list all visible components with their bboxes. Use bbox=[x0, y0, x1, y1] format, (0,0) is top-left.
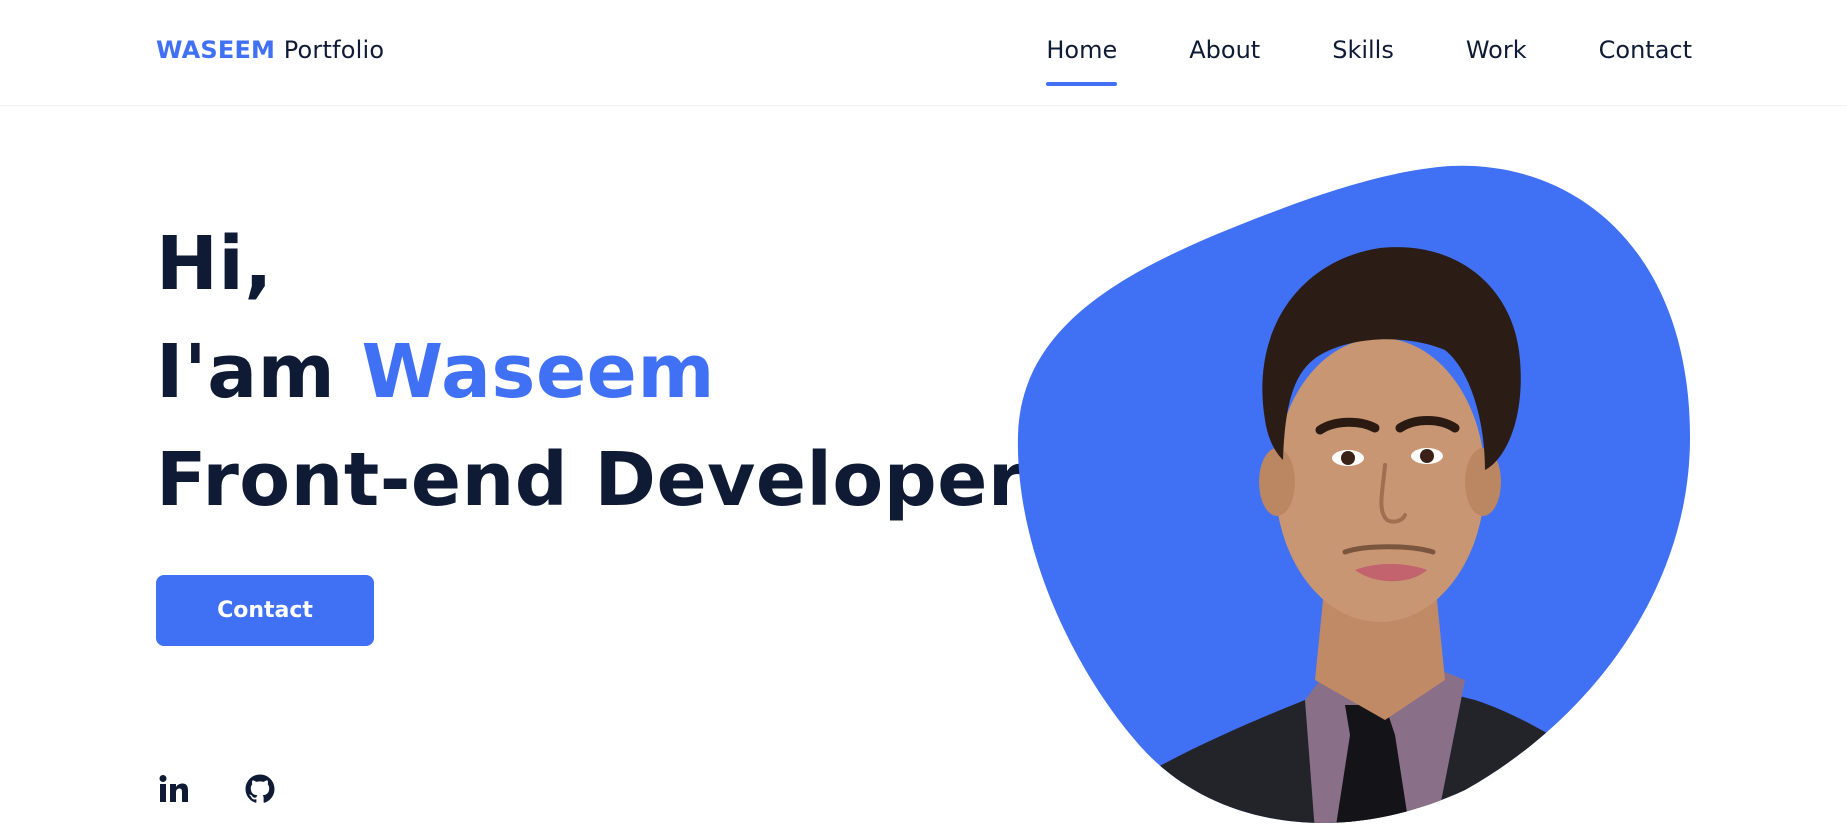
profile-image bbox=[1015, 160, 1695, 832]
linkedin-icon[interactable] bbox=[158, 773, 190, 805]
logo[interactable]: WASEEM Portfolio bbox=[156, 36, 384, 64]
logo-accent: WASEEM bbox=[156, 36, 276, 64]
hero-intro-prefix: I'am bbox=[156, 329, 362, 415]
social-links bbox=[158, 773, 276, 805]
nav-contact[interactable]: Contact bbox=[1599, 36, 1692, 64]
main-nav: Home About Skills Work Contact bbox=[974, 36, 1692, 86]
hero-role: Front-end Developer bbox=[156, 437, 1025, 523]
github-icon[interactable] bbox=[244, 773, 276, 805]
hero-intro: I'am Waseem bbox=[156, 318, 1025, 426]
nav-home[interactable]: Home bbox=[1046, 36, 1117, 86]
nav-about[interactable]: About bbox=[1189, 36, 1260, 64]
nav-work[interactable]: Work bbox=[1466, 36, 1527, 64]
hero-greeting: Hi, bbox=[156, 221, 273, 307]
nav-skills[interactable]: Skills bbox=[1332, 36, 1394, 64]
site-header: WASEEM Portfolio Home About Skills Work … bbox=[0, 0, 1847, 106]
hero-name: Waseem bbox=[361, 329, 715, 415]
contact-button[interactable]: Contact bbox=[156, 575, 374, 646]
hero-heading: Hi, I'am Waseem Front-end Developer bbox=[156, 210, 1025, 534]
logo-text: Portfolio bbox=[283, 36, 385, 64]
